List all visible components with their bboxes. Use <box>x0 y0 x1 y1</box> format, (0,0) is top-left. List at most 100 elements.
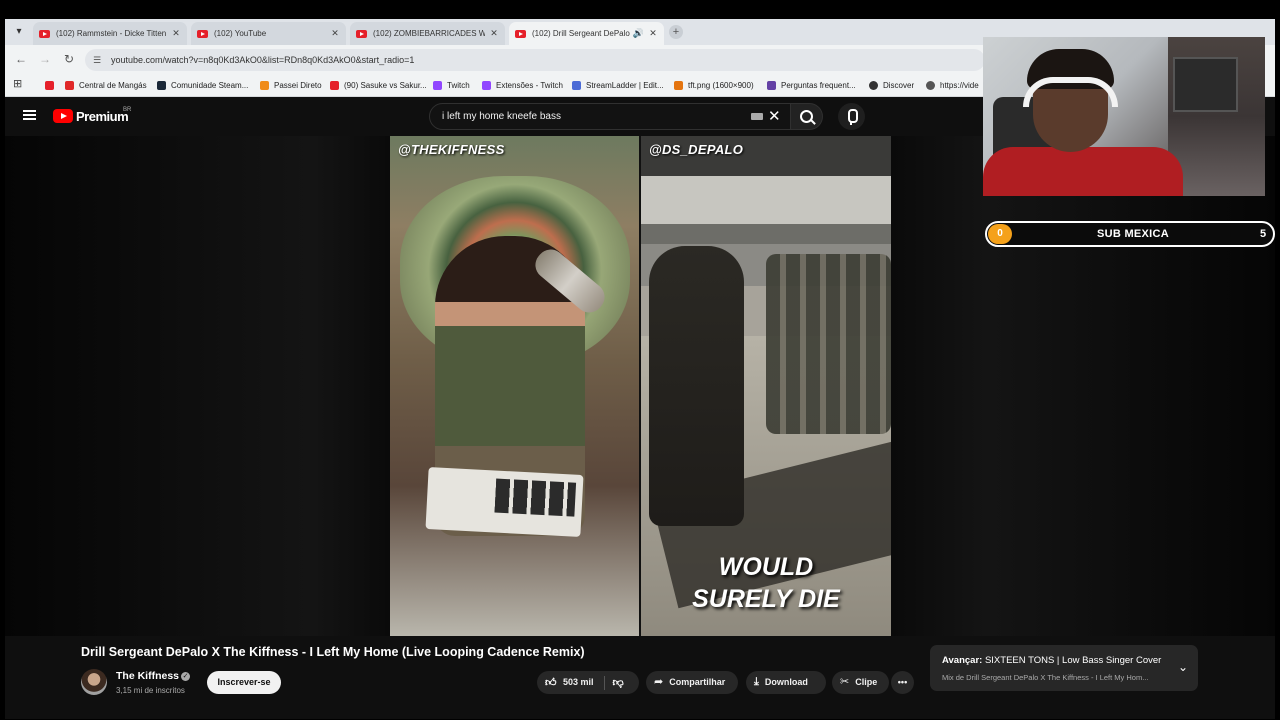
menu-icon[interactable] <box>23 110 36 120</box>
tab-drill-sergeant[interactable]: (102) Drill Sergeant DePalo 🔊 ✕ <box>509 22 664 45</box>
building-roof <box>641 224 891 244</box>
bookmark-item[interactable]: (90) Sasuke vs Sakur... <box>330 78 427 92</box>
caption-line-2: SURELY DIE <box>692 585 840 613</box>
video-left-panel: @THEKIFFNESS <box>390 136 639 636</box>
tab-label: (102) YouTube <box>214 29 267 38</box>
sub-counter-title: SUB MEXICA <box>1096 228 1170 240</box>
streamer-shirt <box>983 147 1183 196</box>
up-next-card[interactable]: Avançar: SIXTEEN TONS | Low Bass Singer … <box>930 645 1198 691</box>
url-text: youtube.com/watch?v=n8q0Kd3AkO0&list=RDn… <box>111 55 415 65</box>
bookmark-item[interactable]: Perguntas frequent... <box>767 78 856 92</box>
share-button[interactable]: ➦ Compartilhar <box>646 671 738 694</box>
chevron-down-icon[interactable]: ⌄ <box>1178 660 1188 674</box>
bookmark-item[interactable]: Comunidade Steam... <box>157 78 248 92</box>
bookmark-item[interactable]: https://vide <box>926 78 979 92</box>
bookmark-item[interactable]: StreamLadder | Edit... <box>572 78 664 92</box>
apps-icon[interactable]: ⊞ <box>13 79 24 90</box>
bookmark-label: Comunidade Steam... <box>171 80 249 90</box>
twitch-icon <box>482 80 491 90</box>
site-info-icon[interactable]: ☰ <box>93 49 101 71</box>
scissors-icon: ✂ <box>840 676 850 688</box>
bookmark-label: Extensões - Twitch <box>496 80 563 90</box>
youtube-icon <box>330 80 339 90</box>
bookmark-label: tft.png (1600×900) <box>688 80 754 90</box>
bookmark-item[interactable]: Twitch <box>433 78 470 92</box>
forward-icon[interactable]: → <box>37 51 53 67</box>
like-button[interactable]: 👍︎ 503 mil <box>537 671 604 694</box>
search-input-value: i left my home kneefe bass <box>442 111 561 122</box>
new-tab-button[interactable]: + <box>669 25 683 39</box>
twitch-icon <box>433 80 442 90</box>
youtube-favicon-icon <box>39 29 50 38</box>
steam-icon <box>157 80 166 90</box>
bookmark-label: Twitch <box>447 80 470 90</box>
address-bar[interactable]: ☰ youtube.com/watch?v=n8q0Kd3AkO0&list=R… <box>85 49 985 71</box>
clip-label: Clipe <box>855 677 878 687</box>
verified-icon: ✓ <box>181 672 190 681</box>
clip-button[interactable]: ✂ Clipe <box>832 671 889 694</box>
close-icon[interactable]: ✕ <box>489 28 499 39</box>
keyboard-icon[interactable] <box>751 113 763 120</box>
up-next-playlist: Mix de Drill Sergeant DePalo X The Kiffn… <box>942 673 1149 682</box>
bookmark-item[interactable]: Passei Direto <box>260 78 322 92</box>
youtube-logo-icon[interactable] <box>53 109 73 123</box>
streamladder-icon <box>572 80 581 90</box>
close-icon[interactable]: ✕ <box>648 28 658 39</box>
bookmark-item[interactable]: tft.png (1600×900) <box>674 78 754 92</box>
screen: ▾ (102) Rammstein - Dicke Titten ✕ (102)… <box>0 0 1280 720</box>
close-icon[interactable]: ✕ <box>330 28 340 39</box>
youtube-icon <box>45 80 54 90</box>
clear-search-icon[interactable]: ✕ <box>768 104 781 129</box>
subscriber-count: 3,15 mi de inscritos <box>116 686 185 695</box>
download-icon: ⤓ <box>754 676 759 688</box>
sub-count-left: 0 <box>988 224 1012 244</box>
twitch-icon <box>767 80 776 90</box>
discover-icon <box>869 80 878 90</box>
video-player[interactable]: @THEKIFFNESS @DS_DEPALO WOULD SURELY DIE <box>5 136 1275 636</box>
bookmark-label: Central de Mangás <box>79 80 147 90</box>
midi-controller <box>425 466 584 538</box>
subscribe-button[interactable]: Inscrever-se <box>207 671 281 694</box>
tab-label: (102) Drill Sergeant DePalo <box>532 29 630 38</box>
bookmark-label: (90) Sasuke vs Sakur... <box>344 80 427 90</box>
up-next-prefix: Avançar: <box>942 655 983 666</box>
download-button[interactable]: ⤓ Download <box>746 671 826 694</box>
bookmark-item[interactable]: Discover <box>869 78 914 92</box>
region-label: BR <box>123 107 132 113</box>
youtube-favicon-icon <box>197 29 208 38</box>
bookmark-item[interactable]: Central de Mangás <box>65 78 147 92</box>
more-actions-button[interactable]: ••• <box>891 671 914 694</box>
tab-youtube[interactable]: (102) YouTube ✕ <box>191 22 346 45</box>
voice-search-button[interactable] <box>838 103 865 130</box>
sub-counter: 0 SUB MEXICA 5 <box>985 221 1275 247</box>
youtube-watermark-icon[interactable] <box>1232 617 1258 635</box>
channel-avatar[interactable] <box>81 669 107 695</box>
speaker-icon[interactable]: 🔊 <box>633 28 644 39</box>
sub-count-right: 5 <box>1259 228 1267 240</box>
tab-search-icon[interactable]: ▾ <box>11 24 27 40</box>
bookmark-favicon-icon <box>65 80 74 90</box>
share-label: Compartilhar <box>669 677 726 687</box>
tab-zombiebarricades[interactable]: (102) ZOMBIEBARRICADES Wa ✕ <box>350 22 505 45</box>
bookmark-label: Perguntas frequent... <box>781 80 856 90</box>
bookmark-youtube[interactable] <box>45 78 59 92</box>
search-button[interactable] <box>791 103 823 130</box>
drill-sergeant <box>649 246 744 526</box>
search-input[interactable]: i left my home kneefe bass ✕ <box>429 103 791 130</box>
thumbs-down-icon: 👎︎ <box>612 676 624 689</box>
passei-direto-icon <box>260 80 269 90</box>
tab-rammstein[interactable]: (102) Rammstein - Dicke Titten ✕ <box>33 22 187 45</box>
caption-line-1: WOULD <box>718 553 814 581</box>
back-icon[interactable]: ← <box>13 51 29 67</box>
reload-icon[interactable]: ↻ <box>61 51 77 67</box>
up-next-line: Avançar: SIXTEEN TONS | Low Bass Singer … <box>942 655 1161 666</box>
video-title: Drill Sergeant DePalo X The Kiffness - I… <box>81 645 585 659</box>
dislike-button[interactable]: 👎︎ <box>605 671 635 694</box>
channel-name[interactable]: The Kiffness <box>116 670 179 682</box>
headset <box>1023 77 1118 107</box>
close-icon[interactable]: ✕ <box>171 28 181 39</box>
video-caption: WOULD SURELY DIE <box>641 551 891 615</box>
thumbs-up-icon: 👍︎ <box>545 676 557 689</box>
bookmark-item[interactable]: Extensões - Twitch <box>482 78 563 92</box>
youtube-logo-text[interactable]: Premium <box>76 109 129 124</box>
